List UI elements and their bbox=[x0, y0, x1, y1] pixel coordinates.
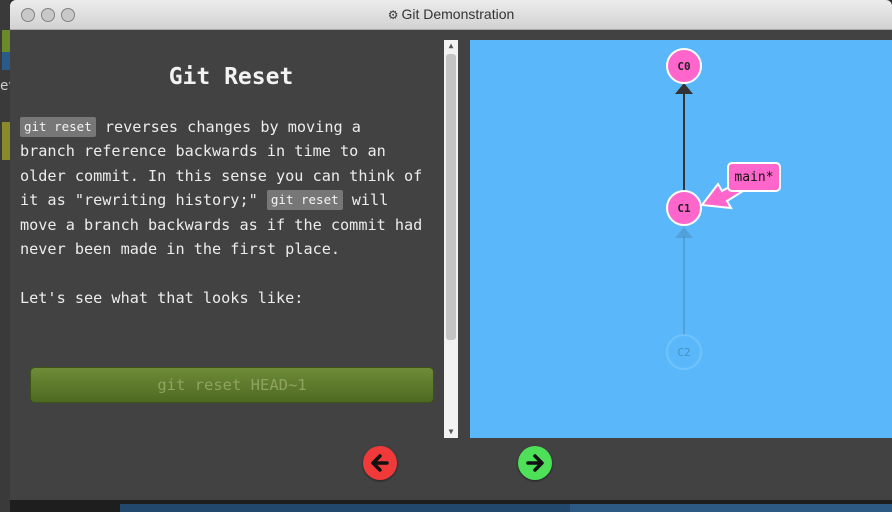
git-demonstration-dialog: ⚙ Git Demonstration Git Reset git reset r… bbox=[10, 0, 892, 500]
lesson-pane: Git Reset git reset reverses changes by … bbox=[10, 40, 446, 438]
arrowhead-icon bbox=[675, 83, 693, 94]
lesson-line: reverses changes by moving a bbox=[95, 118, 361, 136]
commit-label: C1 bbox=[677, 202, 691, 215]
lesson-heading: Git Reset bbox=[168, 64, 294, 90]
background-strip bbox=[2, 52, 10, 70]
git-graph-canvas: C0 C1 C2 main* bbox=[470, 40, 892, 438]
scroll-up-arrow-icon[interactable]: ▲ bbox=[444, 40, 458, 52]
lesson-scrollbar[interactable]: ▲ ▼ bbox=[444, 40, 458, 438]
lesson-line: Let's see what that looks like: bbox=[20, 288, 304, 307]
commit-label: C2 bbox=[677, 346, 690, 359]
branch-name: main* bbox=[734, 170, 773, 185]
lesson-line: never been made in the first place. bbox=[20, 240, 341, 259]
branch-label-main[interactable]: main* bbox=[727, 162, 781, 192]
lesson-line: older commit. In this sense you can thin… bbox=[20, 166, 423, 185]
background-strip bbox=[2, 30, 10, 52]
previous-step-button[interactable] bbox=[363, 446, 397, 480]
commit-node-c0[interactable]: C0 bbox=[666, 48, 702, 84]
lesson-line: branch reference backwards in time to an bbox=[20, 142, 386, 161]
run-command-button[interactable]: git reset HEAD~1 bbox=[30, 367, 434, 403]
code-snippet: git reset bbox=[266, 190, 343, 211]
lesson-line: it as "rewriting history;" bbox=[20, 191, 267, 210]
background-strip bbox=[2, 122, 10, 160]
background-window-edge: ev bbox=[0, 0, 17, 512]
arrow-right-icon bbox=[526, 454, 544, 472]
scroll-thumb[interactable] bbox=[446, 54, 456, 340]
window-title: ⚙ Git Demonstration bbox=[10, 6, 892, 22]
background-window-bottom bbox=[10, 500, 892, 512]
git-graph: C0 C1 C2 main* bbox=[666, 48, 781, 370]
title-bar: ⚙ Git Demonstration bbox=[10, 0, 892, 30]
arrowhead-faded-icon bbox=[675, 227, 693, 238]
scroll-down-arrow-icon[interactable]: ▼ bbox=[444, 426, 458, 438]
commit-node-c1[interactable]: C1 bbox=[666, 190, 702, 226]
window-title-text: Git Demonstration bbox=[401, 6, 515, 22]
arrow-left-icon bbox=[371, 454, 389, 472]
gear-icon: ⚙ bbox=[387, 8, 399, 22]
lesson-text: git reset reverses changes by moving a b… bbox=[20, 115, 446, 310]
background-strip bbox=[570, 504, 892, 512]
commit-label: C0 bbox=[677, 60, 690, 73]
code-snippet: git reset bbox=[20, 117, 96, 137]
next-step-button[interactable] bbox=[518, 446, 552, 480]
lesson-line: move a branch backwards as if the commit… bbox=[20, 215, 423, 234]
commit-node-c2[interactable]: C2 bbox=[666, 334, 702, 370]
lesson-line: will bbox=[342, 191, 389, 210]
